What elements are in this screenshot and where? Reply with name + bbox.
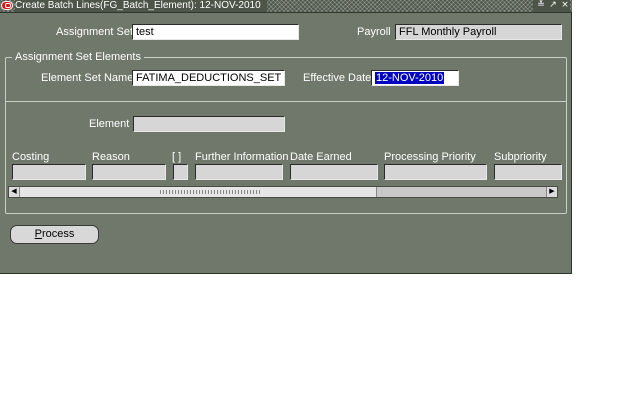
element-field[interactable] bbox=[133, 116, 285, 132]
descriptive-flex-cell[interactable] bbox=[173, 164, 188, 180]
window-controls: ≚ ↗ × bbox=[533, 0, 570, 12]
costing-cell[interactable] bbox=[12, 164, 86, 180]
date-earned-cell[interactable] bbox=[290, 164, 378, 180]
column-header-processing-priority: Processing Priority bbox=[384, 151, 476, 163]
process-label-rest: rocess bbox=[41, 228, 75, 240]
column-header-subpriority: Subpriority bbox=[494, 151, 547, 163]
column-header-costing: Costing bbox=[12, 151, 50, 163]
effective-date-selected-text: 12-NOV-2010 bbox=[375, 72, 445, 84]
process-mnemonic: P bbox=[34, 228, 42, 240]
element-set-name-label: Element Set Name bbox=[41, 72, 134, 84]
create-batch-lines-window: Create Batch Lines(FG_Batch_Element): 12… bbox=[0, 0, 572, 274]
assignment-set-field[interactable]: test bbox=[132, 24, 299, 40]
group-title: Assignment Set Elements bbox=[12, 51, 144, 64]
payroll-label: Payroll bbox=[357, 26, 391, 38]
window-title: Create Batch Lines(FG_Batch_Element): 12… bbox=[15, 0, 267, 12]
process-button[interactable]: Process bbox=[10, 225, 99, 244]
effective-date-label: Effective Date bbox=[303, 72, 372, 84]
column-header-further-information: Further Information bbox=[195, 151, 289, 163]
group-divider bbox=[6, 101, 566, 102]
reason-cell[interactable] bbox=[92, 164, 166, 180]
minimize-icon[interactable]: ≚ bbox=[536, 0, 546, 11]
maximize-icon[interactable]: ↗ bbox=[548, 0, 558, 11]
payroll-field[interactable]: FFL Monthly Payroll bbox=[395, 24, 562, 40]
further-information-cell[interactable] bbox=[195, 164, 283, 180]
oracle-app-icon bbox=[1, 1, 13, 10]
scroll-right-icon[interactable]: ▶ bbox=[546, 187, 557, 197]
subpriority-cell[interactable] bbox=[494, 164, 562, 180]
close-icon[interactable]: × bbox=[560, 0, 570, 11]
screen: Create Batch Lines(FG_Batch_Element): 12… bbox=[0, 0, 640, 400]
element-set-name-field[interactable]: FATIMA_DEDUCTIONS_SET bbox=[132, 70, 285, 86]
horizontal-scrollbar[interactable]: ◀ ▶ bbox=[8, 186, 558, 198]
element-label: Element bbox=[89, 118, 130, 130]
title-bar[interactable]: Create Batch Lines(FG_Batch_Element): 12… bbox=[0, 0, 572, 13]
column-header-reason: Reason bbox=[92, 151, 130, 163]
scroll-left-icon[interactable]: ◀ bbox=[9, 187, 20, 197]
column-header-date-earned: Date Earned bbox=[290, 151, 352, 163]
effective-date-field[interactable]: 12-NOV-2010 bbox=[371, 70, 459, 86]
processing-priority-cell[interactable] bbox=[384, 164, 487, 180]
scrollbar-grip bbox=[160, 190, 260, 194]
column-header-descriptive-flex: [ ] bbox=[172, 151, 182, 163]
scrollbar-thumb[interactable] bbox=[20, 187, 377, 197]
assignment-set-label: Assignment Set bbox=[56, 26, 134, 38]
